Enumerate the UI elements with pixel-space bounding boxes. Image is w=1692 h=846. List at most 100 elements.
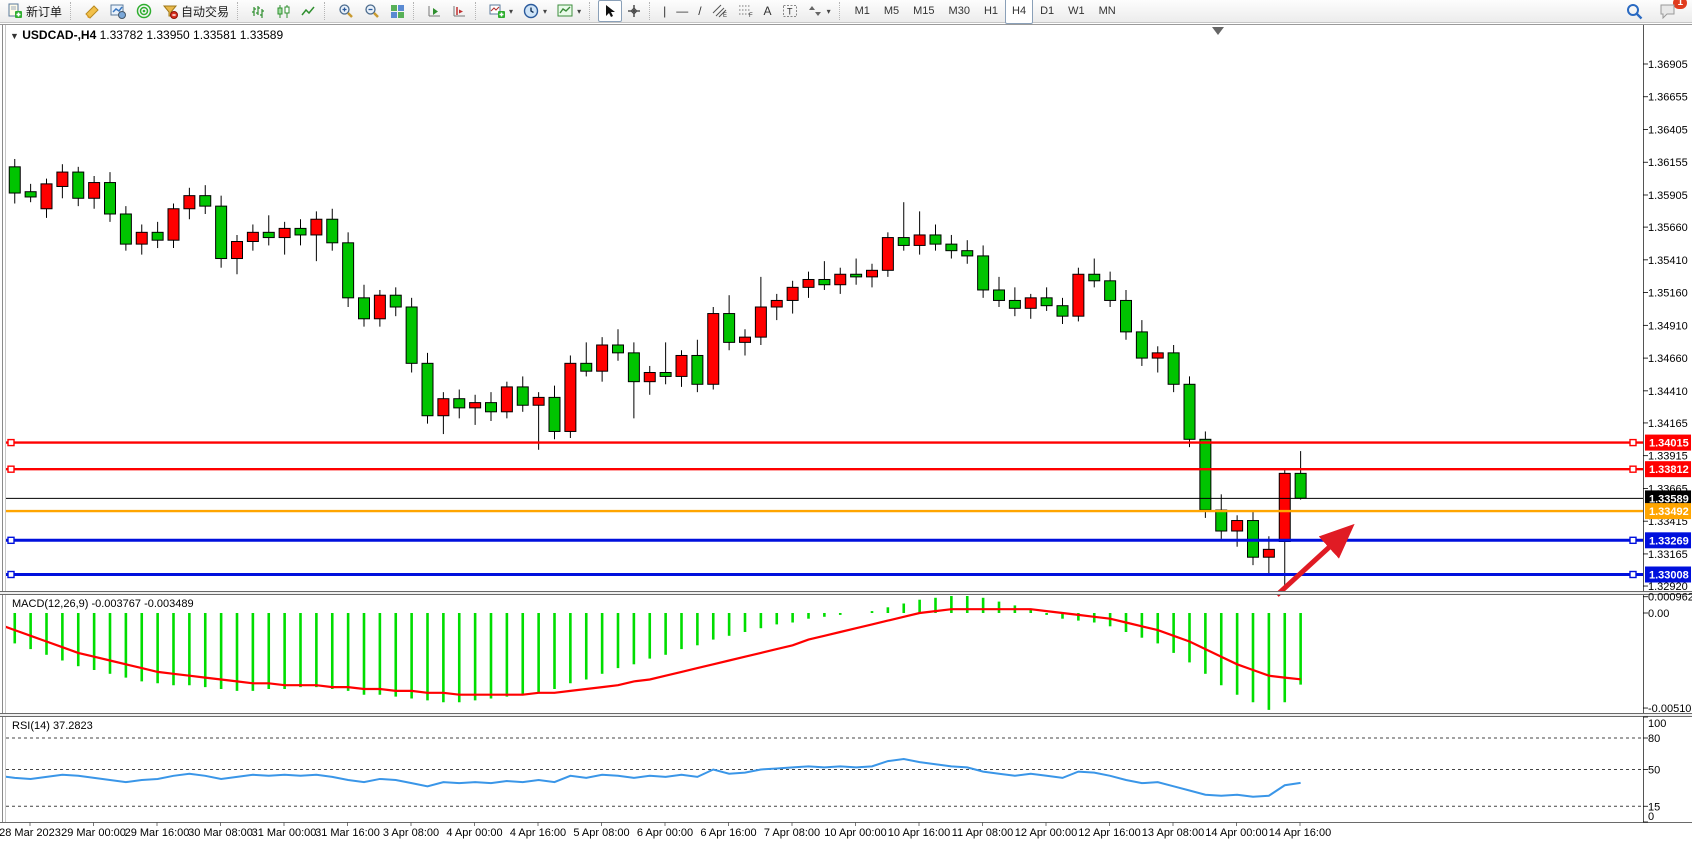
- candle-body: [1200, 439, 1211, 510]
- line-handle[interactable]: [8, 537, 14, 543]
- svg-text:E: E: [723, 13, 727, 18]
- templates-button[interactable]: ▾: [552, 0, 586, 22]
- time-axis-label: 7 Apr 08:00: [764, 827, 820, 839]
- period-mn-button[interactable]: MN: [1092, 0, 1123, 24]
- new-order-button[interactable]: 新订单: [2, 0, 67, 22]
- candle-body: [613, 345, 624, 353]
- svg-text:T: T: [787, 7, 793, 17]
- trendline-tool-button[interactable]: /: [693, 0, 706, 22]
- period-d1-button[interactable]: D1: [1033, 0, 1061, 24]
- signal-button[interactable]: [131, 0, 157, 22]
- chart-background[interactable]: [0, 24, 1692, 846]
- indicators-icon: [489, 3, 505, 19]
- price-line-badge-label: 1.33269: [1649, 535, 1689, 547]
- indicators-button[interactable]: ▾: [484, 0, 518, 22]
- horizontal-line-tool-button[interactable]: —: [671, 0, 693, 22]
- line-handle[interactable]: [1630, 537, 1636, 543]
- autotrading-button[interactable]: 自动交易: [157, 0, 234, 22]
- period-w1-button[interactable]: W1: [1061, 0, 1092, 24]
- candle-body: [438, 399, 449, 416]
- zoom-in-button[interactable]: [333, 0, 359, 22]
- candle-body: [343, 243, 354, 298]
- separator: [237, 2, 243, 20]
- time-axis-label: 14 Apr 00:00: [1205, 827, 1267, 839]
- time-axis-label: 10 Apr 00:00: [824, 827, 886, 839]
- notifications-button[interactable]: 1: [1654, 0, 1682, 22]
- periods-menu-button[interactable]: ▾: [518, 0, 552, 22]
- candle-body: [1184, 384, 1195, 439]
- svg-text:F: F: [749, 13, 753, 18]
- mt4-window: 新订单: [0, 0, 1692, 846]
- candle-body: [120, 214, 131, 244]
- crayon-tool-button[interactable]: [79, 0, 105, 22]
- candle-body: [1073, 274, 1084, 316]
- candle-body: [374, 295, 385, 319]
- time-axis-label: 6 Apr 16:00: [700, 827, 756, 839]
- bar-chart-icon: [251, 4, 266, 19]
- candle-body: [1057, 306, 1068, 316]
- time-axis-label: 4 Apr 16:00: [510, 827, 566, 839]
- price-axis-label: 1.36405: [1648, 124, 1688, 136]
- chart-quote-values: 1.33782 1.33950 1.33581 1.33589: [100, 28, 284, 42]
- period-m30-button[interactable]: M30: [942, 0, 977, 24]
- text-tool-icon: A: [764, 5, 772, 17]
- candle-body: [454, 399, 465, 408]
- chart-canvas[interactable]: 1.369051.366551.364051.361551.359051.356…: [0, 0, 1692, 846]
- line-chart-type-button[interactable]: [296, 0, 321, 22]
- candle-body: [168, 209, 179, 240]
- text-label-tool-button[interactable]: T: [777, 0, 803, 22]
- period-m15-button[interactable]: M15: [906, 0, 941, 24]
- horizontal-line-icon: —: [676, 5, 688, 17]
- channel-tool-button[interactable]: E: [707, 0, 733, 22]
- crosshair-tool-button[interactable]: [622, 0, 646, 22]
- candle-body: [470, 403, 481, 408]
- search-button[interactable]: [1621, 0, 1648, 22]
- candle-body: [787, 287, 798, 300]
- separator: [413, 2, 419, 20]
- candle-body: [390, 295, 401, 307]
- template-chart-icon: [557, 3, 573, 19]
- candle-body: [1216, 510, 1227, 531]
- chart-menu-arrow-icon[interactable]: ▼: [10, 31, 19, 41]
- separator: [475, 2, 481, 20]
- tile-windows-button[interactable]: [385, 0, 410, 22]
- candle-body: [136, 232, 147, 244]
- chart-symbol-title: USDCAD-,H4: [22, 28, 96, 42]
- toolbar: 新订单: [0, 0, 1692, 23]
- vertical-line-icon: |: [663, 5, 666, 17]
- line-handle[interactable]: [8, 466, 14, 472]
- candle-body: [41, 184, 52, 209]
- period-m5-button[interactable]: M5: [877, 0, 906, 24]
- candle-body: [660, 373, 671, 377]
- separator: [839, 2, 845, 20]
- period-h1-button[interactable]: H1: [977, 0, 1005, 24]
- chart-shift-button[interactable]: [447, 0, 472, 22]
- vertical-line-tool-button[interactable]: |: [658, 0, 671, 22]
- arrows-tool-button[interactable]: ▾: [803, 0, 836, 22]
- auto-scroll-icon: [427, 4, 442, 19]
- fibonacci-icon: F: [738, 4, 754, 18]
- bar-chart-type-button[interactable]: [246, 0, 271, 22]
- period-h4-button[interactable]: H4: [1005, 0, 1033, 24]
- time-axis-label: 31 Mar 00:00: [252, 827, 317, 839]
- line-handle[interactable]: [1630, 572, 1636, 578]
- fibonacci-tool-button[interactable]: F: [733, 0, 759, 22]
- zoom-out-button[interactable]: [359, 0, 385, 22]
- candle-body: [9, 167, 20, 193]
- candle-body: [692, 355, 703, 384]
- line-handle[interactable]: [1630, 440, 1636, 446]
- line-handle[interactable]: [8, 440, 14, 446]
- candle-body: [740, 337, 751, 342]
- period-m1-button[interactable]: M1: [848, 0, 877, 24]
- line-handle[interactable]: [1630, 466, 1636, 472]
- auto-scroll-button[interactable]: [422, 0, 447, 22]
- profile-charts-button[interactable]: [105, 0, 131, 22]
- chart-title-bar[interactable]: ▼ USDCAD-,H4 1.33782 1.33950 1.33581 1.3…: [10, 28, 283, 42]
- cursor-tool-button[interactable]: [598, 0, 622, 22]
- candle-body: [581, 363, 592, 371]
- line-handle[interactable]: [8, 572, 14, 578]
- text-label-icon: T: [782, 4, 798, 18]
- text-tool-button[interactable]: A: [759, 0, 777, 22]
- candle-body: [1121, 300, 1132, 331]
- candle-chart-type-button[interactable]: [271, 0, 296, 22]
